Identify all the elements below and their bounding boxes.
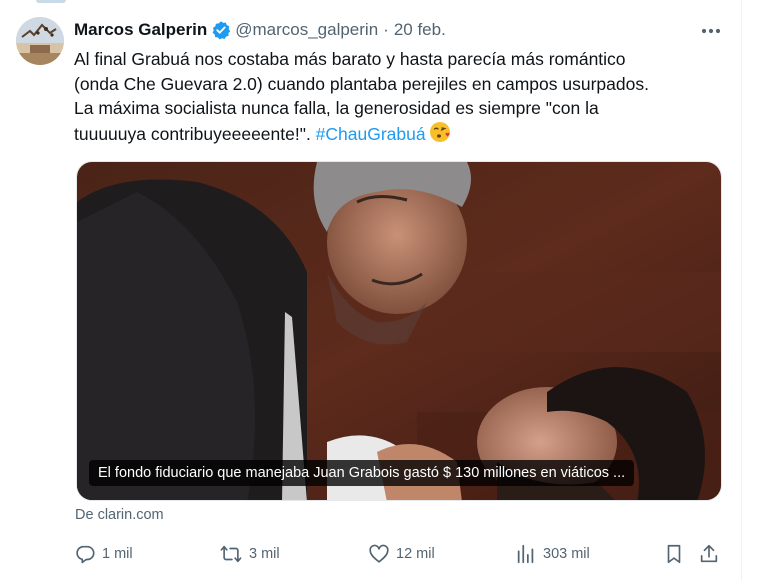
repost-icon — [220, 545, 242, 563]
tweet-text-line: La máxima socialista nunca falla, la gen… — [74, 98, 599, 118]
reply-button[interactable]: 1 mil — [74, 540, 133, 568]
reply-icon — [76, 545, 95, 564]
repost-button[interactable]: 3 mil — [219, 540, 280, 568]
card-caption[interactable]: El fondo fiduciario que manejaba Juan Gr… — [89, 460, 635, 486]
more-options-icon[interactable] — [698, 19, 724, 43]
top-strip — [36, 0, 66, 3]
tweet-text-line: (onda Che Guevara 2.0) cuando plantaba p… — [74, 73, 649, 94]
views-chart-icon — [517, 544, 534, 564]
link-card[interactable]: El fondo fiduciario que manejaba Juan Gr… — [76, 161, 722, 501]
author-name[interactable]: Marcos Galperin — [74, 20, 207, 40]
tweet-text-line-last: tuuuuuya contribuyeeeeente!". #ChauGrabu… — [74, 121, 724, 150]
tweet-text-line: Al final Grabuá nos costaba más barato y… — [74, 49, 626, 69]
views-button[interactable]: 303 mil — [515, 540, 590, 568]
reply-count: 1 mil — [102, 546, 133, 562]
heart-icon — [369, 544, 389, 563]
bookmark-icon — [667, 544, 681, 564]
tweet-date[interactable]: 20 feb. — [394, 20, 446, 40]
hashtag-link[interactable]: #ChauGrabuá — [316, 124, 426, 144]
column-border — [741, 0, 742, 581]
tweet-text-line: tuuuuuya contribuyeeeeente!". — [74, 123, 316, 144]
like-button[interactable]: 12 mil — [368, 540, 435, 568]
like-count: 12 mil — [396, 546, 435, 562]
card-source[interactable]: De clarin.com — [75, 507, 164, 523]
article-photo — [77, 162, 721, 500]
kiss-emoji-icon — [429, 121, 451, 150]
share-icon — [700, 544, 718, 563]
tweet-header: Marcos Galperin @marcos_galperin · 20 fe… — [74, 19, 446, 41]
verified-badge-icon — [211, 20, 231, 40]
separator-dot: · — [383, 20, 389, 39]
tweet-actions: 1 mil 3 mil 12 mil 303 mil — [74, 540, 724, 568]
views-count: 303 mil — [543, 546, 590, 562]
bookmark-button[interactable] — [663, 540, 691, 568]
avatar[interactable] — [16, 17, 64, 65]
author-handle[interactable]: @marcos_galperin — [235, 20, 378, 40]
share-button[interactable] — [698, 540, 726, 568]
repost-count: 3 mil — [249, 546, 280, 562]
tweet-text: Al final Grabuá nos costaba más barato y… — [74, 47, 724, 149]
